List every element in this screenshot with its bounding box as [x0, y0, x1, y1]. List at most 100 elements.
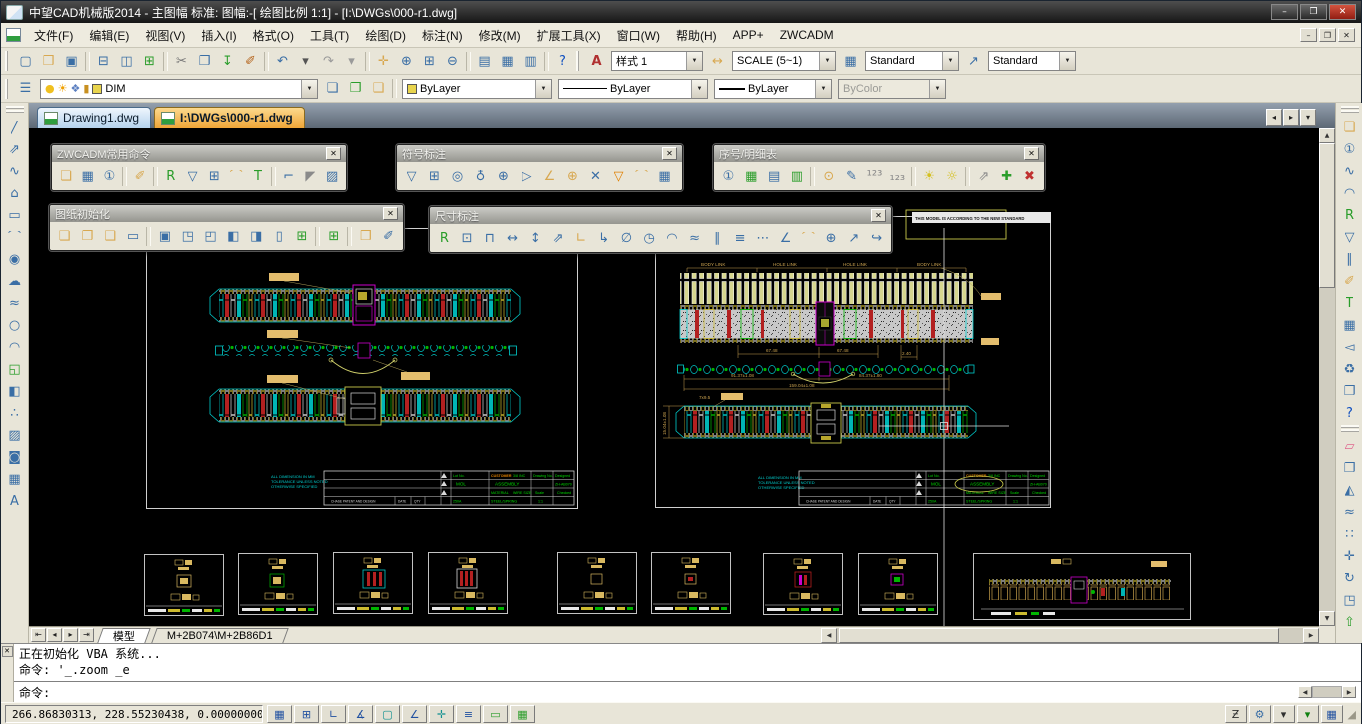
radial-dimension-button[interactable]: R: [160, 165, 182, 187]
tab-scroll-left-button[interactable]: ◂: [1266, 109, 1282, 126]
frame-sub-button[interactable]: ◰: [199, 225, 222, 247]
color-combo[interactable]: ByLayer ▼: [402, 79, 552, 99]
titlebar[interactable]: 中望CAD机械版2014 - 主图幅 标准: 图幅:-[ 绘图比例 1:1] -…: [1, 1, 1361, 23]
surface-roughness-button[interactable]: ▽: [182, 165, 204, 187]
palette-titlebar[interactable]: 尺寸标注 ✕: [430, 207, 891, 224]
layer-properties-manager-button[interactable]: ☰: [14, 78, 37, 100]
scroll-right-button[interactable]: ▶: [1303, 628, 1319, 643]
text-annotation-button[interactable]: T: [247, 165, 269, 187]
sheet-copy-button[interactable]: ❒: [354, 225, 377, 247]
array-button[interactable]: ∷: [1338, 523, 1362, 545]
layer-combo[interactable]: ● ☀ ❖ ▮ DIM ▼: [40, 79, 318, 99]
bom-new-button[interactable]: ▦: [740, 165, 763, 187]
zoom-realtime-button[interactable]: ⊕: [395, 50, 418, 72]
undo-list-button[interactable]: ▾: [294, 50, 317, 72]
rectangle-button[interactable]: ▭: [3, 204, 27, 226]
mdi-restore-button[interactable]: ❐: [1319, 28, 1336, 42]
ellipse-arc-button[interactable]: ◠: [3, 336, 27, 358]
balloon-edit-button[interactable]: ⊙: [817, 165, 840, 187]
palette-titlebar[interactable]: ZWCADM常用命令 ✕: [52, 145, 346, 162]
ordinate-dimension-button[interactable]: ∟: [570, 227, 593, 249]
wave-line-button[interactable]: ◠: [1338, 182, 1362, 204]
scroll-up-button[interactable]: ▲: [1319, 128, 1335, 143]
tab-scroll-right-button[interactable]: ▸: [1283, 109, 1299, 126]
feature-tolerance-button[interactable]: ⊞: [423, 165, 446, 187]
close-icon[interactable]: ✕: [383, 207, 398, 220]
menu-item[interactable]: 格式(O): [245, 23, 302, 48]
chamfer-button[interactable]: ⌐: [278, 165, 300, 187]
centerline-button[interactable]: ⌒: [630, 165, 653, 187]
close-icon[interactable]: ✕: [326, 147, 341, 160]
horizontal-scrollbar[interactable]: ◀ ▶: [821, 628, 1319, 643]
datum-target-button[interactable]: ♁: [469, 165, 492, 187]
plot-settings-button[interactable]: ⊞: [138, 50, 161, 72]
lineweight-combo[interactable]: ByLayer ▼: [714, 79, 832, 99]
minimize-button[interactable]: –: [1271, 4, 1298, 20]
menu-item[interactable]: 插入(I): [193, 23, 244, 48]
diameter-dimension-button[interactable]: ∅: [615, 227, 638, 249]
redo-list-button[interactable]: ▾: [340, 50, 363, 72]
frame-insert-button[interactable]: ▭: [122, 225, 145, 247]
palette-titlebar[interactable]: 符号标注 ✕: [397, 145, 682, 162]
aligned-dimension-button[interactable]: ⇗: [547, 227, 570, 249]
settings-gear-button[interactable]: ⚙: [1249, 705, 1271, 723]
command-prompt[interactable]: 命令:: [19, 684, 50, 701]
mleader-style-combo[interactable]: Standard ▼: [988, 51, 1076, 71]
zoom-previous-button[interactable]: ⊖: [441, 50, 464, 72]
menu-item[interactable]: 绘图(D): [357, 23, 414, 48]
otrack-toggle-button[interactable]: ∠: [402, 705, 427, 723]
frame-vertical-button[interactable]: ▯: [268, 225, 291, 247]
clean-screen-button[interactable]: ▦: [1321, 705, 1343, 723]
tool-palettes-button[interactable]: ▥: [519, 50, 542, 72]
frame-edit-button[interactable]: ◳: [176, 225, 199, 247]
stretch-button[interactable]: ⇧: [1338, 611, 1362, 633]
layer-previous-button[interactable]: ❏: [321, 78, 344, 100]
bom-export-button[interactable]: ▥: [786, 165, 809, 187]
osnap-toggle-button[interactable]: ▢: [375, 705, 400, 723]
centerline-button[interactable]: ⌒: [225, 165, 247, 187]
baseline-dimension-button[interactable]: ≡: [729, 227, 752, 249]
dimension-box-button[interactable]: ⊡: [456, 227, 479, 249]
erase-button[interactable]: ▱: [1338, 435, 1362, 457]
region-button[interactable]: ◙: [3, 446, 27, 468]
redo-button[interactable]: ↷: [317, 50, 340, 72]
chevron-down-icon[interactable]: ▼: [819, 52, 835, 70]
chevron-down-icon[interactable]: ▼: [691, 80, 707, 98]
table-style-combo[interactable]: Standard ▼: [865, 51, 959, 71]
make-block-button[interactable]: ◧: [3, 380, 27, 402]
chevron-down-icon[interactable]: ▼: [942, 52, 958, 70]
save-file-button[interactable]: ▣: [60, 50, 83, 72]
lineweight-toggle-button[interactable]: ≡: [456, 705, 481, 723]
center-mark-button[interactable]: ⊕: [820, 227, 843, 249]
next-layout-button[interactable]: ▸: [63, 628, 78, 642]
scroll-right-button[interactable]: ▶: [1342, 686, 1356, 698]
scroll-left-button[interactable]: ◀: [1298, 686, 1312, 698]
vertical-dimension-button[interactable]: ↕: [524, 227, 547, 249]
close-icon[interactable]: ✕: [1024, 147, 1039, 160]
sheet-bom-button[interactable]: ❐: [76, 225, 99, 247]
chevron-down-icon[interactable]: ▼: [535, 80, 551, 98]
technical-requirements-button[interactable]: ◅: [1338, 336, 1362, 358]
menu-item[interactable]: 窗口(W): [609, 23, 668, 48]
sheet-config-button[interactable]: ❑: [99, 225, 122, 247]
rotate-button[interactable]: ↻: [1338, 567, 1362, 589]
menu-item[interactable]: 视图(V): [137, 23, 193, 48]
part-balloon-button[interactable]: ①: [717, 165, 740, 187]
chevron-down-icon[interactable]: ▼: [815, 80, 831, 98]
model-space-toggle-button[interactable]: ▭: [483, 705, 508, 723]
copy-button[interactable]: ❐: [193, 50, 216, 72]
quick-leader-button[interactable]: ↗: [843, 227, 866, 249]
print-preview-button[interactable]: ◫: [115, 50, 138, 72]
help-book-button[interactable]: ?: [1338, 402, 1362, 424]
mdi-minimize-button[interactable]: –: [1300, 28, 1317, 42]
mdi-close-button[interactable]: ✕: [1338, 28, 1355, 42]
feature-tolerance-button[interactable]: ⊞: [203, 165, 225, 187]
polar-toggle-button[interactable]: ∡: [348, 705, 373, 723]
zoom-window-button[interactable]: ⊞: [418, 50, 441, 72]
reorder-balloons-button[interactable]: ₁₂₃: [886, 165, 909, 187]
arc-length-dimension-button[interactable]: ⌒: [797, 227, 820, 249]
sequence-balloons-button[interactable]: ⇗: [972, 165, 995, 187]
series-line-button[interactable]: ∿: [1338, 160, 1362, 182]
menu-item[interactable]: 编辑(E): [81, 23, 137, 48]
construction-line-button[interactable]: ⇗: [3, 138, 27, 160]
